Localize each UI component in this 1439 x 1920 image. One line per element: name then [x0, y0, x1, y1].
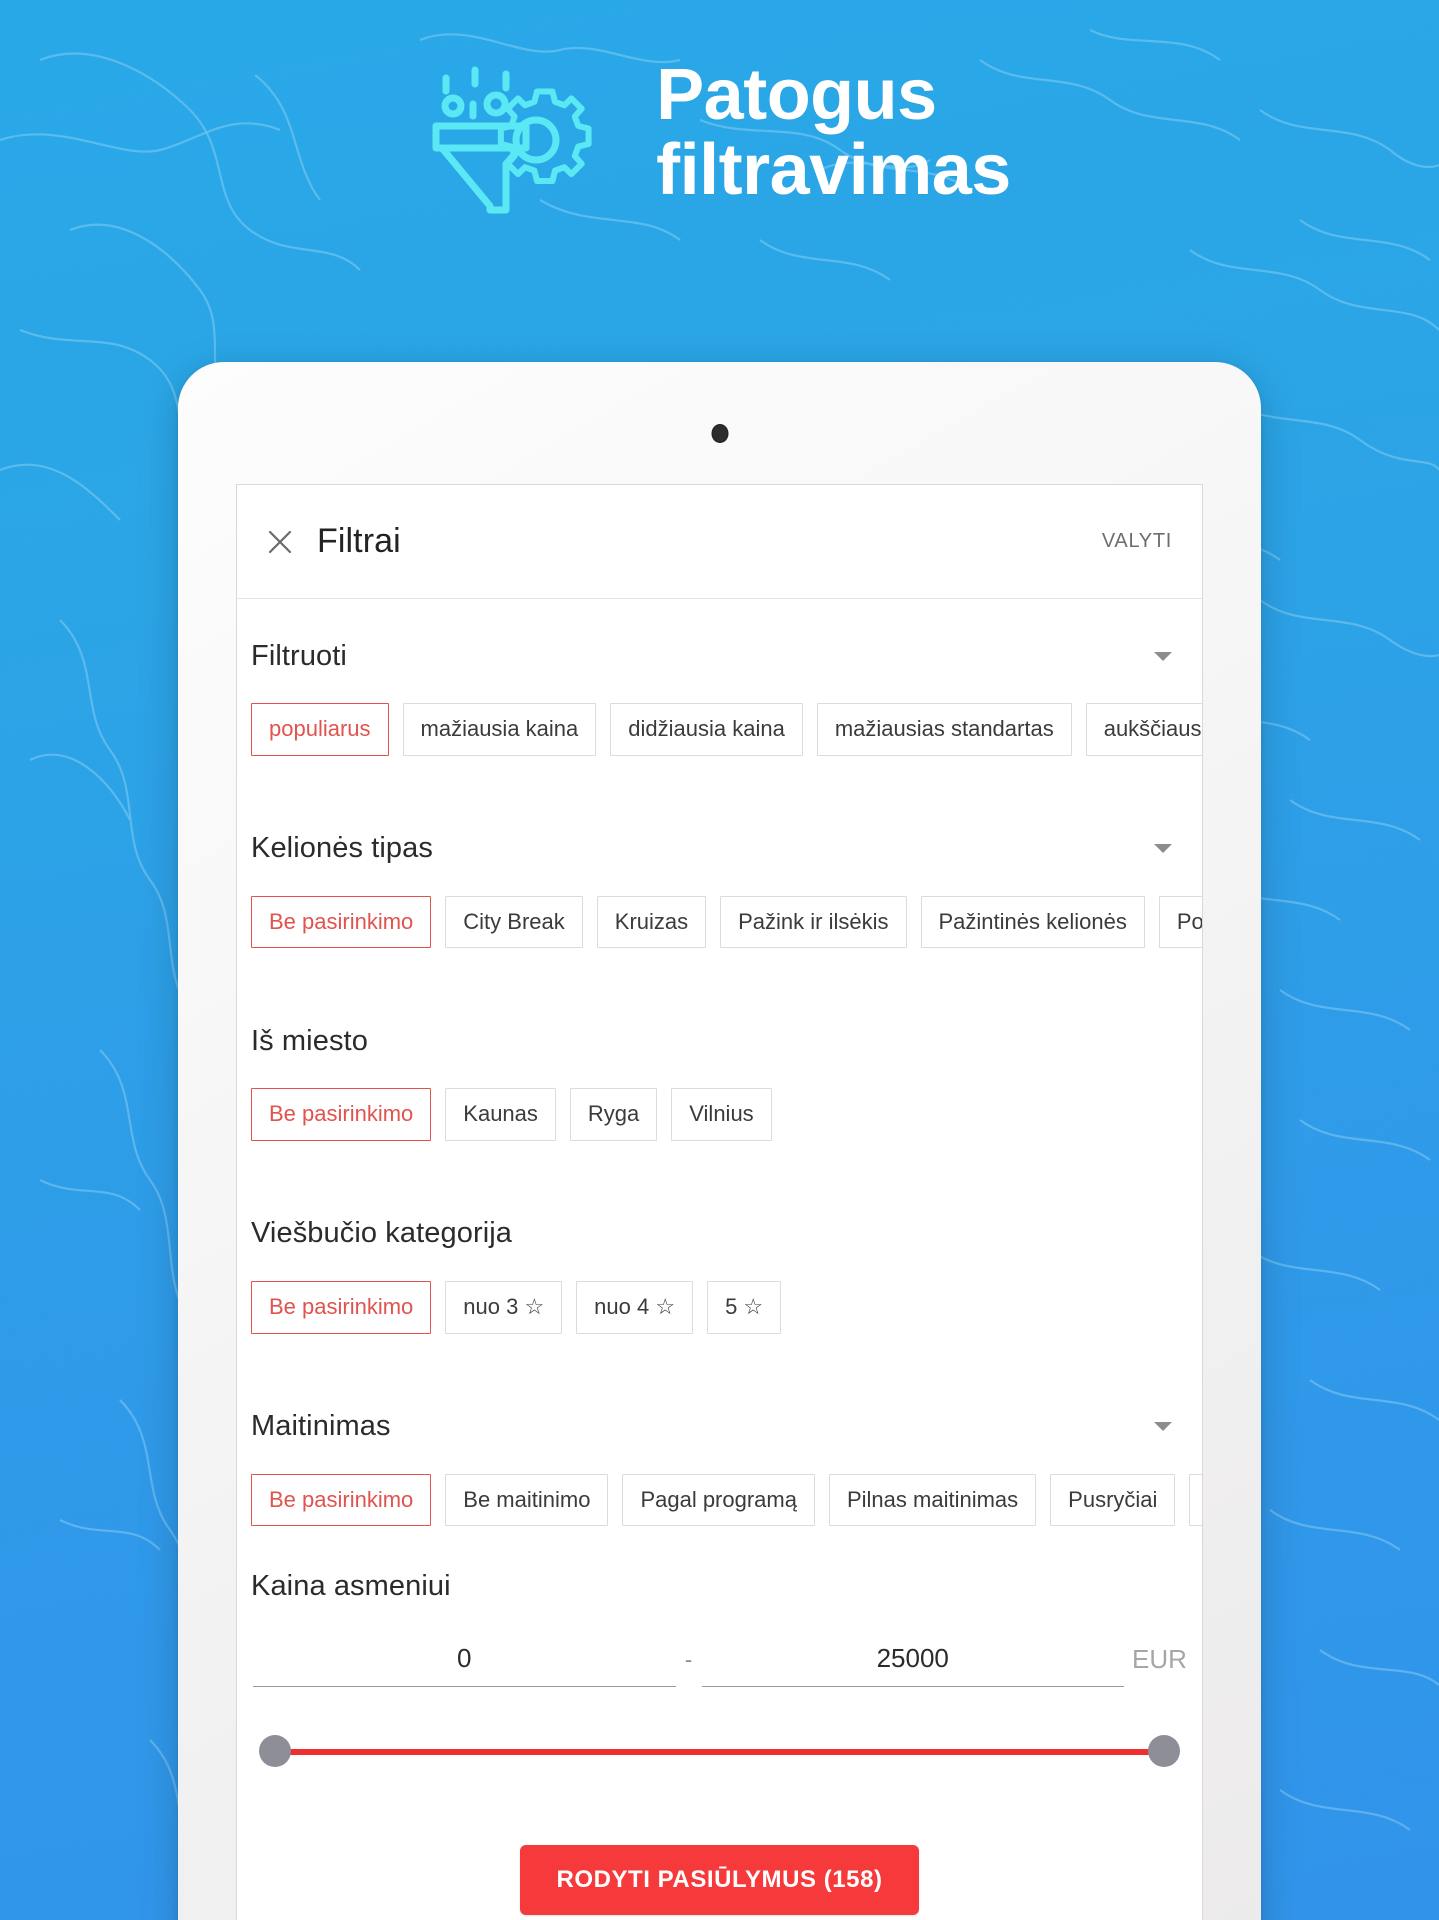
chip-group-filtruoti: populiarus mažiausia kaina didžiausia ka… — [237, 679, 1202, 756]
show-offers-button[interactable]: RODYTI PASIŪLYMUS (158) — [520, 1845, 919, 1916]
close-icon[interactable] — [259, 521, 301, 563]
section-divider — [237, 948, 1202, 984]
chip-option[interactable]: mažiausia kaina — [402, 703, 597, 756]
price-filter-section: Kaina asmeniui 0 - 25000 EUR — [237, 1526, 1202, 1769]
price-currency-label: EUR — [1132, 1644, 1187, 1675]
section-divider — [237, 1141, 1202, 1177]
funnel-gear-icon — [428, 64, 598, 214]
hero-banner: Patogus filtravimas — [0, 58, 1439, 214]
chip-option[interactable]: Poilsinės kelionės — [1158, 895, 1202, 949]
chip-option[interactable]: City Break — [445, 895, 583, 949]
chip-option-star[interactable]: nuo 3 ☆ — [445, 1280, 563, 1334]
chip-option[interactable]: Kaunas — [445, 1088, 556, 1141]
section-header-filtruoti[interactable]: Filtruoti — [237, 633, 1202, 679]
chevron-down-icon[interactable] — [1154, 1422, 1172, 1431]
chip-option[interactable]: Be maitinimo — [445, 1473, 609, 1527]
section-title: Iš miesto — [251, 1024, 368, 1057]
slider-handle-min[interactable] — [259, 1735, 291, 1768]
chip-option[interactable]: Pagal programą — [622, 1473, 815, 1527]
chip-group-viesbucio-kategorija: Be pasirinkimo nuo 3 ☆ nuo 4 ☆ 5 ☆ — [237, 1257, 1202, 1334]
section-header-maitinimas[interactable]: Maitinimas — [237, 1404, 1202, 1450]
chip-option[interactable]: Be pasirinkimo — [251, 1280, 432, 1334]
hero-title-line-1: Patogus — [656, 55, 937, 135]
chip-option[interactable]: Vilnius — [671, 1088, 772, 1141]
chip-option[interactable]: populiarus — [251, 703, 389, 756]
chip-option[interactable]: Be pasirinkimo — [251, 1473, 432, 1527]
filter-section-maitinimas: Maitinimas Be pasirinkimo Be maitinimo P… — [237, 1370, 1202, 1527]
chevron-down-icon[interactable] — [1154, 844, 1172, 854]
filter-section-is-miesto: Iš miesto Be pasirinkimo Kaunas Ryga Vil… — [237, 984, 1202, 1141]
hero-title: Patogus filtravimas — [656, 58, 1011, 208]
chip-option[interactable]: Be pasirinkimo — [251, 1088, 432, 1141]
app-screen: Filtrai VALYTI Filtruoti populiarus maži… — [236, 484, 1203, 1920]
chip-group-kelionės-tipas: Be pasirinkimo City Break Kruizas Pažink… — [237, 872, 1202, 949]
front-camera — [711, 424, 728, 443]
section-title: Kelionės tipas — [251, 832, 433, 865]
filter-section-kelionės-tipas: Kelionės tipas Be pasirinkimo City Break… — [237, 792, 1202, 949]
section-divider — [237, 1334, 1202, 1370]
chevron-down-icon[interactable] — [1154, 651, 1172, 661]
chip-option[interactable]: Pažink ir ilsėkis — [720, 895, 907, 949]
chip-option-star[interactable]: nuo 4 ☆ — [576, 1280, 694, 1334]
chip-option[interactable]: Be pasirinkimo — [251, 895, 432, 949]
chip-option[interactable]: aukščiausias standartas — [1085, 703, 1202, 756]
chip-option[interactable]: Pusryčiai — [1050, 1473, 1176, 1527]
price-range-slider[interactable] — [259, 1735, 1180, 1769]
chip-option-star[interactable]: 5 ☆ — [707, 1280, 782, 1334]
page-title: Filtrai — [317, 522, 401, 560]
secondary-cta-container: RODYTI PASIŪLYMUS (158) — [237, 1915, 1202, 1920]
filter-section-viesbucio-kategorija: Viešbučio kategorija Be pasirinkimo nuo … — [237, 1177, 1202, 1334]
filter-sections: Filtruoti populiarus mažiausia kaina did… — [237, 599, 1202, 1920]
app-bar: Filtrai VALYTI — [237, 485, 1202, 599]
slider-handle-max[interactable] — [1148, 1735, 1180, 1768]
chip-option[interactable]: Ryga — [569, 1088, 658, 1141]
section-title: Filtruoti — [251, 639, 347, 672]
section-title: Maitinimas — [251, 1410, 391, 1442]
chip-group-maitinimas: Be pasirinkimo Be maitinimo Pagal progra… — [237, 1450, 1202, 1527]
price-min-input[interactable]: 0 — [253, 1643, 676, 1688]
chip-option[interactable]: Pažintinės kelionės — [920, 895, 1145, 949]
chip-option[interactable]: Kruizas — [596, 895, 707, 949]
price-range-separator: - — [684, 1647, 693, 1673]
price-section-title: Kaina asmeniui — [251, 1570, 451, 1603]
tablet-device-frame: Filtrai VALYTI Filtruoti populiarus maži… — [178, 362, 1261, 1920]
slider-track[interactable] — [269, 1749, 1170, 1756]
clear-filters-button[interactable]: VALYTI — [1098, 522, 1176, 561]
price-range-inputs: 0 - 25000 EUR — [237, 1603, 1202, 1688]
section-divider — [237, 756, 1202, 792]
section-header-viesbucio-kategorija[interactable]: Viešbučio kategorija — [237, 1211, 1202, 1257]
chip-option[interactable]: Pilnas maitinimas — [828, 1473, 1037, 1527]
chip-group-is-miesto: Be pasirinkimo Kaunas Ryga Vilnius — [237, 1064, 1202, 1141]
chip-option[interactable]: mažiausias standartas — [816, 703, 1072, 756]
section-title: Viešbučio kategorija — [251, 1217, 513, 1250]
primary-cta-container: RODYTI PASIŪLYMUS (158) — [237, 1769, 1202, 1916]
price-max-input[interactable]: 25000 — [701, 1643, 1124, 1688]
hero-title-line-2: filtravimas — [656, 129, 1011, 210]
chip-option[interactable]: Pusryčiai ir vakarienė — [1189, 1473, 1202, 1527]
filter-section-filtruoti: Filtruoti populiarus mažiausia kaina did… — [237, 599, 1202, 756]
section-header-kelionės-tipas[interactable]: Kelionės tipas — [237, 826, 1202, 872]
section-header-is-miesto[interactable]: Iš miesto — [237, 1018, 1202, 1064]
chip-option[interactable]: didžiausia kaina — [610, 703, 803, 756]
